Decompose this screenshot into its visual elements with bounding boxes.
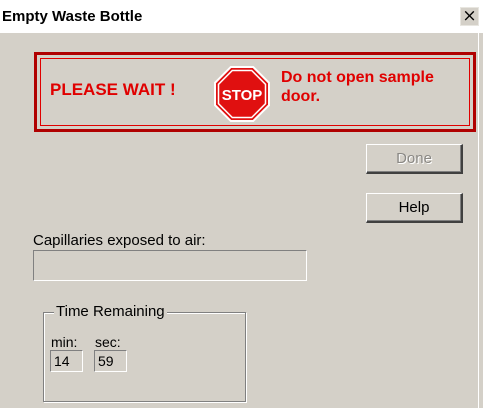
- warning-panel: PLEASE WAIT ! STOP Do not open sample do…: [34, 52, 476, 132]
- help-button[interactable]: Help: [366, 193, 463, 223]
- stop-sign-label: STOP: [222, 87, 263, 104]
- help-button-label: Help: [398, 199, 430, 216]
- close-icon: ×: [462, 6, 477, 26]
- close-button[interactable]: ×: [460, 7, 479, 26]
- capillaries-field: [33, 250, 307, 281]
- minutes-label: min:: [51, 334, 78, 350]
- warning-message: Do not open sample door.: [281, 69, 434, 105]
- window-title: Empty Waste Bottle: [2, 8, 143, 25]
- seconds-label: sec:: [95, 334, 121, 350]
- done-button-label: Done: [396, 150, 432, 167]
- seconds-field: 59: [94, 350, 127, 372]
- window-edge: [478, 33, 479, 408]
- stop-sign-icon: STOP: [214, 66, 270, 122]
- time-remaining-group: Time Remaining min: sec: 14 59: [43, 303, 246, 402]
- done-button[interactable]: Done: [366, 144, 463, 174]
- dialog-window: Empty Waste Bottle × PLEASE WAIT ! STOP …: [0, 0, 483, 408]
- time-remaining-legend: Time Remaining: [54, 303, 167, 320]
- please-wait-text: PLEASE WAIT !: [50, 80, 176, 99]
- capillaries-label: Capillaries exposed to air:: [33, 232, 206, 249]
- title-bar[interactable]: Empty Waste Bottle ×: [0, 0, 483, 33]
- minutes-field: 14: [50, 350, 83, 372]
